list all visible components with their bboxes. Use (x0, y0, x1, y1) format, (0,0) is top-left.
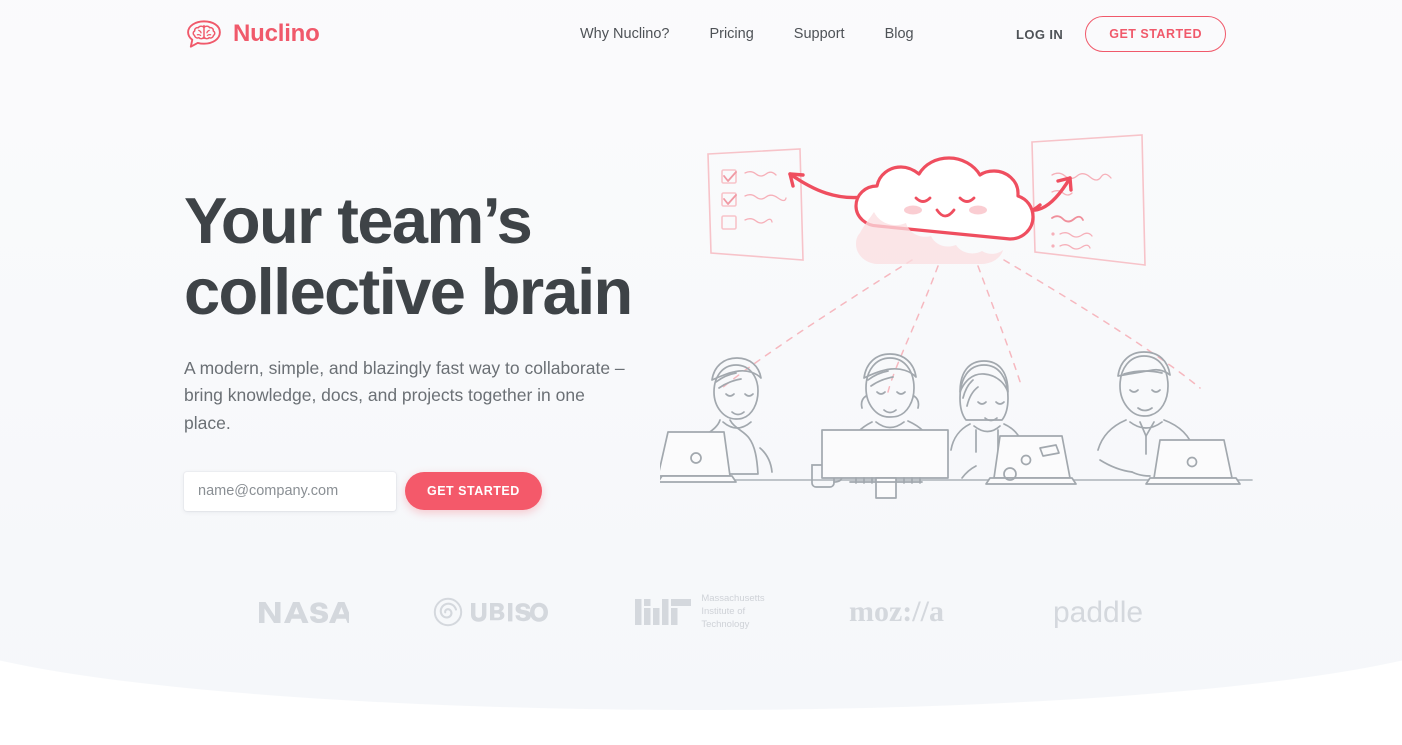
brain-speech-bubble-icon (184, 19, 224, 49)
brand-name: Nuclino (233, 20, 320, 47)
person-illustration-1 (660, 357, 773, 483)
subtitle-line-2: bring knowledge, docs, and projects toge… (184, 385, 585, 433)
subtitle-line-1: A modern, simple, and blazingly fast way… (184, 357, 625, 378)
customer-logos: Massachusetts Institute of Technology mo… (0, 592, 1402, 631)
signup-form: GET STARTED (184, 471, 684, 511)
mozilla-logo: moz://a (849, 595, 969, 629)
paddle-logo: paddle (1053, 595, 1145, 629)
nasa-logo (257, 599, 350, 625)
page-title: Your team’s collective brain (184, 184, 684, 328)
site-header: Nuclino Why Nuclino? Pricing Support Blo… (0, 0, 1402, 68)
header-actions: LOG IN GET STARTED (1016, 16, 1226, 52)
svg-text:paddle: paddle (1053, 596, 1143, 629)
mit-subtext-line-1: Massachusetts (701, 593, 765, 604)
checklist-card-illustration (707, 148, 804, 261)
hero-illustration (660, 130, 1260, 520)
mit-logo-subtext: Massachusetts Institute of Technology (701, 592, 764, 631)
person-illustration-2 (821, 353, 949, 499)
login-link[interactable]: LOG IN (1016, 27, 1063, 42)
header-get-started-button[interactable]: GET STARTED (1085, 16, 1226, 52)
nav-item-why-nuclino[interactable]: Why Nuclino? (580, 26, 669, 42)
email-input[interactable] (184, 471, 396, 511)
mit-subtext-line-3: Technology (701, 619, 750, 631)
headline-line-1: Your team’s (184, 184, 533, 257)
person-illustration-3 (950, 360, 1077, 485)
cloud-mascot-illustration (854, 156, 1035, 264)
ubisoft-logo (433, 597, 551, 627)
svg-text:moz://a: moz://a (849, 595, 944, 628)
person-illustration-4 (1097, 351, 1241, 485)
main-nav: Why Nuclino? Pricing Support Blog (580, 26, 914, 42)
brand-logo[interactable]: Nuclino (184, 19, 320, 49)
nav-item-pricing[interactable]: Pricing (709, 26, 753, 42)
nav-item-support[interactable]: Support (794, 26, 845, 42)
headline-line-2: collective brain (184, 254, 633, 328)
nav-item-blog[interactable]: Blog (885, 26, 914, 42)
hero-copy: Your team’s collective brain A modern, s… (184, 184, 684, 511)
mit-logo: Massachusetts Institute of Technology (635, 592, 765, 631)
hero-subtitle: A modern, simple, and blazingly fast way… (184, 355, 634, 438)
notes-card-illustration (1031, 134, 1146, 266)
landing-page: Nuclino Why Nuclino? Pricing Support Blo… (0, 0, 1402, 745)
mit-subtext-line-2: Institute of (701, 606, 746, 618)
hero-get-started-button[interactable]: GET STARTED (405, 472, 542, 511)
